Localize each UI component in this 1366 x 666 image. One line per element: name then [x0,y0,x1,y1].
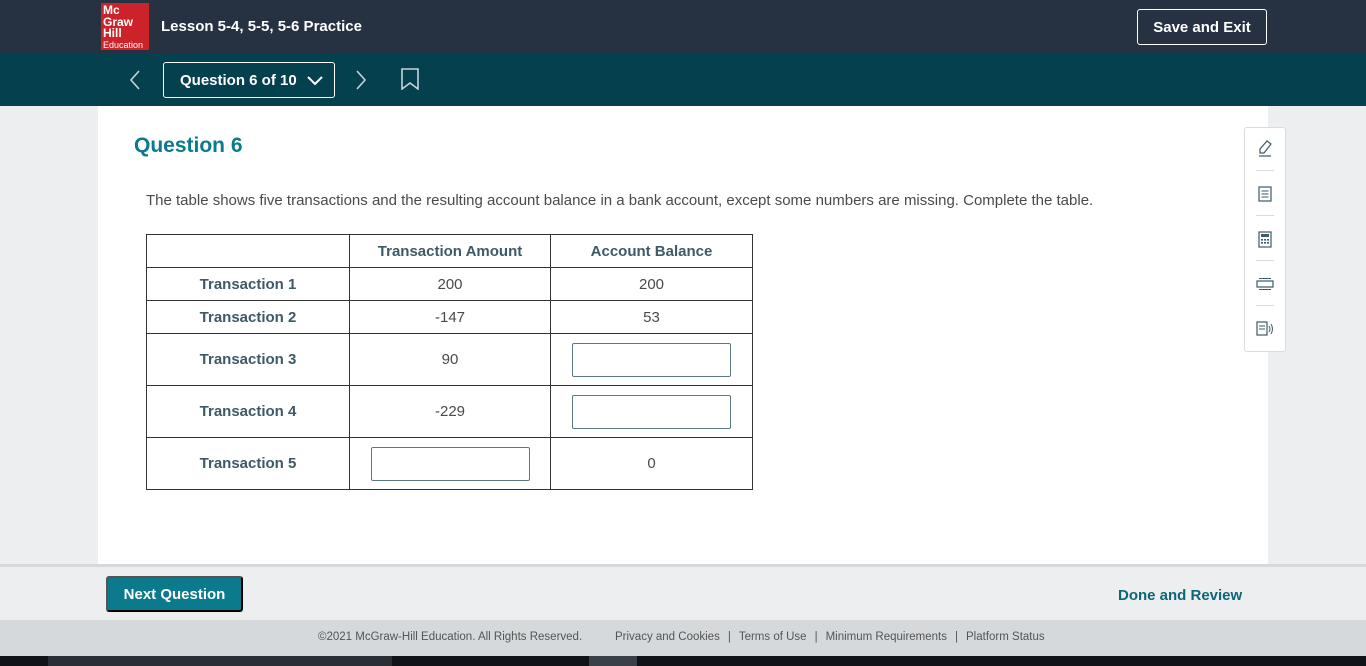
calculator-tool-button[interactable] [1255,229,1275,249]
table-header-amount: Transaction Amount [349,234,551,268]
terms-of-use-link[interactable]: Terms of Use [739,631,807,643]
table-header-blank [146,234,350,268]
previous-question-button[interactable] [124,67,146,93]
privacy-cookies-link[interactable]: Privacy and Cookies [615,631,720,643]
text-to-speech-icon [1256,321,1273,336]
tool-divider [1256,305,1274,306]
balance-cell: 53 [550,300,753,334]
amount-cell [349,437,551,490]
next-question-arrow[interactable] [350,67,372,93]
balance-cell: 0 [550,437,753,490]
calculator-icon [1258,230,1272,248]
link-separator: | [814,631,818,643]
table-row: Transaction 5 0 [146,437,753,490]
link-separator: | [955,631,959,643]
bookmark-button[interactable] [400,68,420,92]
done-and-review-link[interactable]: Done and Review [1118,587,1242,604]
transaction-3-balance-input[interactable] [572,342,731,377]
row-label: Transaction 5 [146,437,350,490]
table-row: Transaction 1 200 200 [146,267,753,301]
chevron-right-icon [356,70,367,90]
question-panel: Question 6 The table shows five transact… [98,106,1268,564]
amount-cell: 200 [349,267,551,301]
question-selector-dropdown[interactable]: Question 6 of 10 [163,62,335,98]
taskbar-active-app[interactable] [589,656,637,666]
save-and-exit-button[interactable]: Save and Exit [1137,9,1267,45]
balance-cell [550,385,753,438]
highlighter-tool-button[interactable] [1255,139,1275,159]
notepad-icon [1258,186,1272,202]
amount-cell: 90 [349,333,551,386]
balance-cell [550,333,753,386]
question-selector-label: Question 6 of 10 [180,71,297,89]
amount-cell: -147 [349,300,551,334]
transactions-table: Transaction Amount Account Balance Trans… [146,234,753,490]
action-bar: Next Question Done and Review [0,564,1366,620]
os-taskbar [0,656,1366,666]
transaction-4-balance-input[interactable] [572,394,731,429]
table-row: Transaction 4 -229 [146,385,753,438]
logo-line: Education [103,39,144,50]
question-heading: Question 6 [134,134,243,157]
minimum-requirements-link[interactable]: Minimum Requirements [826,631,947,643]
highlighter-icon [1259,140,1272,157]
tool-divider [1256,260,1274,261]
tool-divider [1256,215,1274,216]
next-question-button[interactable]: Next Question [106,576,243,612]
row-label: Transaction 1 [146,267,350,301]
line-reader-tool-button[interactable] [1255,274,1275,294]
link-separator: | [727,631,731,643]
amount-cell: -229 [349,385,551,438]
question-prompt: The table shows five transactions and th… [146,192,1094,209]
question-nav-bar: Question 6 of 10 [0,53,1366,106]
text-to-speech-tool-button[interactable] [1255,319,1275,339]
logo-line: Hill [103,26,122,40]
row-label: Transaction 4 [146,385,350,438]
row-label: Transaction 3 [146,333,350,386]
lesson-title: Lesson 5-4, 5-5, 5-6 Practice [161,18,362,35]
tool-divider [1256,170,1274,171]
copyright-text: ©2021 McGraw-Hill Education. All Rights … [318,631,583,643]
row-label: Transaction 2 [146,300,350,334]
platform-status-link[interactable]: Platform Status [966,631,1045,643]
table-row: Transaction 3 90 [146,333,753,386]
legal-footer: ©2021 McGraw-Hill Education. All Rights … [0,620,1366,656]
transaction-5-amount-input[interactable] [370,446,530,481]
table-row: Transaction 2 -147 53 [146,300,753,334]
tools-rail [1244,127,1286,352]
chevron-down-icon [307,76,323,86]
line-reader-icon [1256,278,1274,290]
taskbar-search-box[interactable] [48,656,392,666]
top-header: Mc Graw Hill Education Lesson 5-4, 5-5, … [0,0,1366,53]
notepad-tool-button[interactable] [1255,184,1275,204]
table-header-balance: Account Balance [550,234,753,268]
chevron-left-icon [129,70,140,90]
footer-links: Privacy and Cookies | Terms of Use | Min… [615,631,1045,643]
balance-cell: 200 [550,267,753,301]
mcgraw-hill-logo: Mc Graw Hill Education [101,3,149,50]
bookmark-icon [401,68,419,91]
table-header-row: Transaction Amount Account Balance [146,234,753,268]
